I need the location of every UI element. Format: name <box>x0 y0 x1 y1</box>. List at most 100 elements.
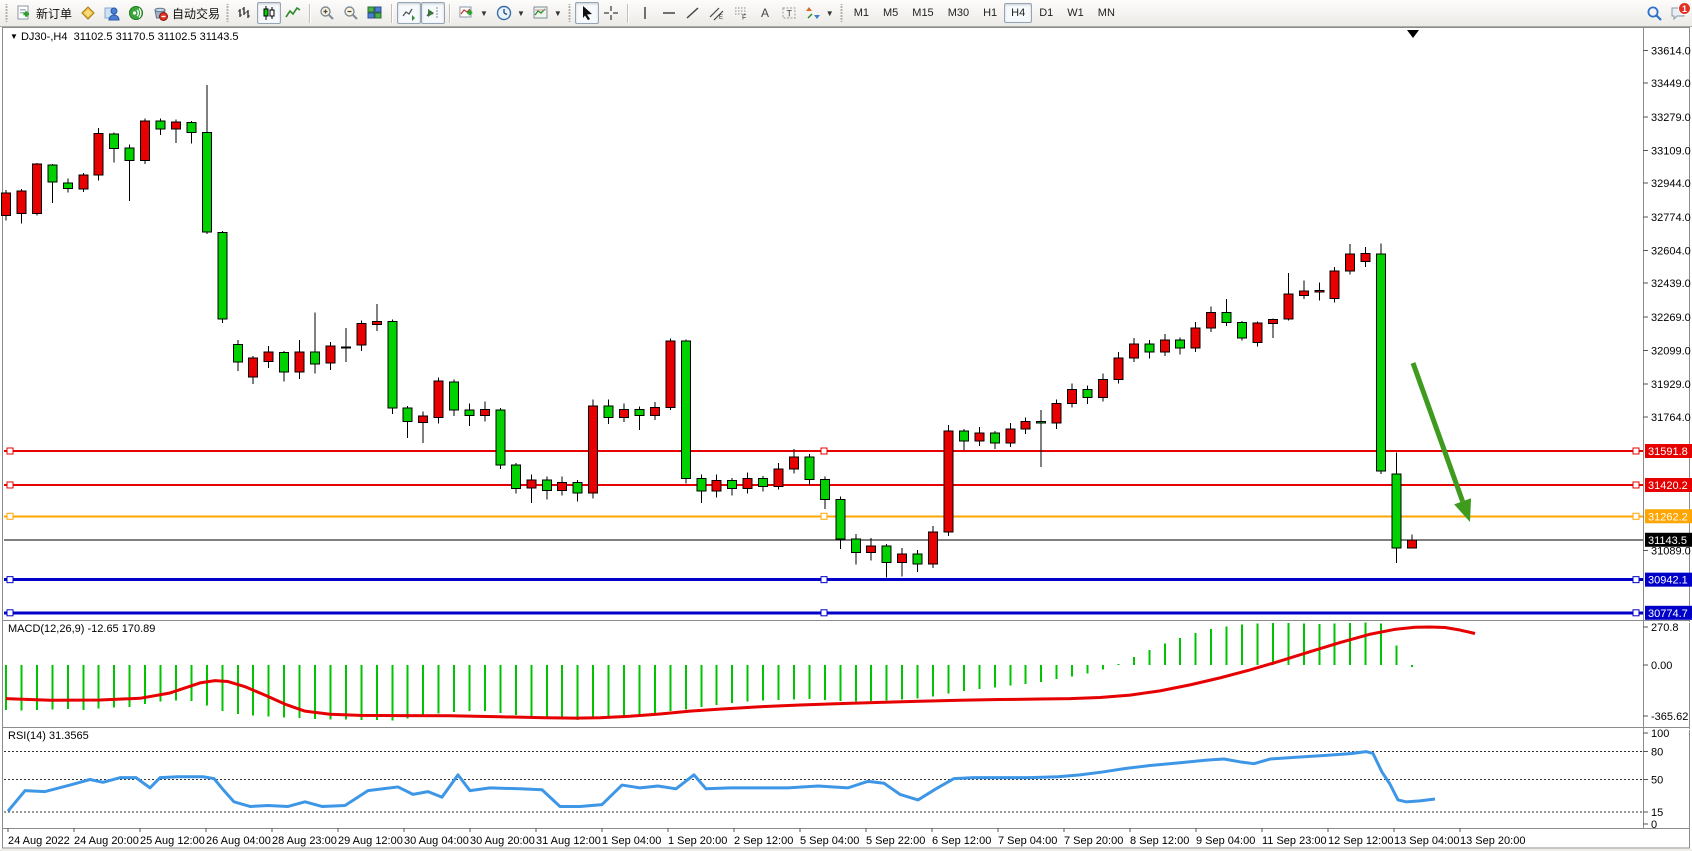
rsi-indicator-label: RSI(14) 31.3565 <box>8 730 89 742</box>
zoom-in-button[interactable] <box>315 2 339 24</box>
candle-body <box>110 134 119 148</box>
horizontal-line-tool[interactable] <box>657 2 681 24</box>
line-handle[interactable] <box>1633 513 1639 519</box>
notifications-button[interactable]: 1 <box>1667 2 1689 24</box>
candle-body <box>511 465 520 488</box>
crosshair-button[interactable] <box>599 2 623 24</box>
indicators-button[interactable]: ▼ <box>455 2 492 24</box>
periods-button[interactable]: ▼ <box>492 2 529 24</box>
auto-scroll-button[interactable] <box>397 2 421 24</box>
add-indicator-icon <box>459 5 475 21</box>
candle-body <box>898 554 907 563</box>
candle-body <box>1098 380 1107 398</box>
clock-icon <box>496 5 512 21</box>
line-handle[interactable] <box>7 610 13 616</box>
candle-body <box>1238 323 1247 338</box>
time-tick-label: 13 Sep 20:00 <box>1460 835 1525 847</box>
line-handle[interactable] <box>7 482 13 488</box>
vertical-line-tool[interactable] <box>633 2 657 24</box>
new-order-button[interactable]: 新订单 <box>12 2 76 24</box>
timeframe-MN[interactable]: MN <box>1091 3 1122 23</box>
macd-scale-label: -365.62 <box>1651 711 1688 723</box>
line-chart-button[interactable] <box>281 2 305 24</box>
timeframe-W1[interactable]: W1 <box>1060 3 1091 23</box>
candle-body <box>1253 323 1262 342</box>
line-handle[interactable] <box>7 577 13 583</box>
candle-body <box>141 121 150 161</box>
line-handle[interactable] <box>821 577 827 583</box>
macd-name: MACD(12,26,9) <box>8 623 84 635</box>
price-tick-label: 31929.0 <box>1651 379 1691 391</box>
candlestick-chart-button[interactable] <box>257 2 281 24</box>
timeframe-M30[interactable]: M30 <box>941 3 976 23</box>
price-tick-label: 31089.0 <box>1651 546 1691 558</box>
channel-tool[interactable]: E <box>705 2 729 24</box>
signals-button[interactable] <box>124 2 148 24</box>
candle-body <box>604 406 613 417</box>
candle-body <box>1037 421 1046 423</box>
price-line-badge-label: 30774.7 <box>1648 608 1688 620</box>
timeframe-M1[interactable]: M1 <box>847 3 876 23</box>
auto-trading-button[interactable]: 自动交易 <box>148 2 224 24</box>
candle-body <box>218 233 227 320</box>
candle-body <box>1191 328 1200 348</box>
label-tool[interactable]: T <box>777 2 801 24</box>
market-watch-button[interactable] <box>76 2 100 24</box>
line-handle[interactable] <box>7 448 13 454</box>
candle-body <box>94 134 103 176</box>
macd-indicator-label: MACD(12,26,9) -12.65 170.89 <box>8 623 155 635</box>
candle-body <box>959 431 968 441</box>
zoom-out-icon <box>343 5 359 21</box>
line-handle[interactable] <box>821 513 827 519</box>
line-handle[interactable] <box>821 610 827 616</box>
timeframe-D1[interactable]: D1 <box>1032 3 1060 23</box>
line-handle[interactable] <box>1633 577 1639 583</box>
macd-scale-label: 0.00 <box>1651 660 1672 672</box>
cursor-button[interactable] <box>575 2 599 24</box>
collapse-triangle-icon[interactable]: ▼ <box>10 32 18 41</box>
line-handle[interactable] <box>1633 610 1639 616</box>
candle-body <box>759 479 768 487</box>
bar-chart-button[interactable] <box>233 2 257 24</box>
rsi-scale-label: 0 <box>1651 819 1657 831</box>
text-a-icon: A <box>757 5 773 21</box>
trendline-tool[interactable] <box>681 2 705 24</box>
timeframe-H4[interactable]: H4 <box>1004 3 1032 23</box>
line-handle[interactable] <box>1633 448 1639 454</box>
line-handle[interactable] <box>821 448 827 454</box>
time-tick-label: 24 Aug 2022 <box>8 835 70 847</box>
tile-windows-button[interactable] <box>363 2 387 24</box>
candle-body <box>2 193 11 216</box>
zoom-out-button[interactable] <box>339 2 363 24</box>
timeframe-M15[interactable]: M15 <box>905 3 940 23</box>
candle-body <box>1407 540 1416 548</box>
candle-body <box>357 324 366 345</box>
text-tool[interactable]: A <box>753 2 777 24</box>
profiles-button[interactable] <box>100 2 124 24</box>
fibonacci-tool[interactable]: F <box>729 2 753 24</box>
price-tick-label: 33449.0 <box>1651 78 1691 90</box>
new-order-icon <box>16 5 32 21</box>
line-handle[interactable] <box>1633 482 1639 488</box>
line-handle[interactable] <box>7 513 13 519</box>
candle-body <box>48 165 57 182</box>
candle-body <box>17 191 26 214</box>
candle-body <box>1361 254 1370 262</box>
search-button[interactable] <box>1642 2 1667 24</box>
templates-button[interactable]: ▼ <box>529 2 566 24</box>
timeframe-group: M1M5M15M30H1H4D1W1MN <box>847 3 1122 23</box>
candle-body <box>820 479 829 499</box>
candle-body <box>1222 312 1231 322</box>
time-tick-label: 5 Sep 04:00 <box>800 835 859 847</box>
arrows-tool[interactable]: ▼ <box>801 2 838 24</box>
timeframe-M5[interactable]: M5 <box>876 3 905 23</box>
candle-body <box>589 406 598 493</box>
timeframe-H1[interactable]: H1 <box>976 3 1004 23</box>
chart-shift-button[interactable] <box>421 2 445 24</box>
candle-body <box>1052 403 1061 423</box>
candle-body <box>434 381 443 417</box>
candle-body <box>1299 291 1308 296</box>
gold-gem-icon <box>80 5 96 21</box>
candle-body <box>712 481 721 491</box>
zoom-in-icon <box>319 5 335 21</box>
